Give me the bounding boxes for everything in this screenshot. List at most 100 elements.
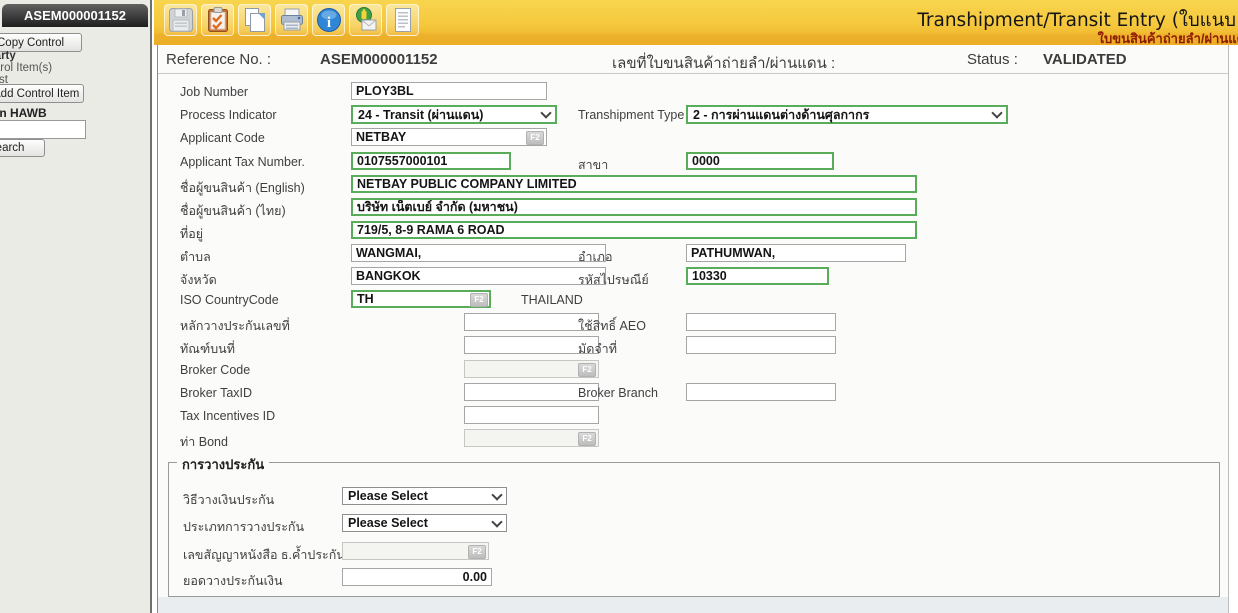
- status-label: Status :: [967, 51, 1018, 68]
- guarantee-method-value: Please Select: [348, 489, 428, 503]
- subdistrict-label: ตำบล: [180, 247, 211, 267]
- tax-incentives-id-label: Tax Incentives ID: [180, 409, 275, 423]
- f2-lookup-badge: F2: [526, 131, 544, 145]
- info-button[interactable]: i: [312, 4, 345, 36]
- chevron-down-icon: [491, 489, 502, 500]
- row-bonded-no: ทัณฑ์บนที่ มัดจำที่: [158, 336, 1228, 357]
- f2-lookup-badge: F2: [578, 363, 596, 377]
- branch-input[interactable]: [686, 152, 834, 170]
- f2-lookup-badge: F2: [468, 545, 486, 559]
- save-icon: [167, 6, 195, 34]
- row-consignor-th: ชื่อผู้ขนสินค้า (ไทย): [158, 198, 1228, 219]
- search-button[interactable]: Search: [0, 139, 45, 157]
- row-broker-code: Broker Code F2: [158, 360, 1228, 381]
- aeo-input[interactable]: [686, 313, 836, 331]
- bond-port-label: ท่า Bond: [180, 432, 228, 452]
- process-indicator-label: Process Indicator: [180, 108, 277, 122]
- subdistrict-input[interactable]: [351, 244, 606, 262]
- chevron-down-icon: [540, 107, 551, 118]
- party-label: Party: [0, 50, 16, 62]
- address-input[interactable]: [351, 221, 917, 239]
- status-badge: VALIDATED: [1043, 51, 1127, 68]
- reference-value: ASEM000001152: [320, 51, 438, 68]
- guarantee-method-label: วิธีวางเงินประกัน: [183, 490, 274, 510]
- guarantee-type-label: ประเภทการวางประกัน: [183, 517, 304, 537]
- copy-button[interactable]: [238, 4, 271, 36]
- job-number-label: Job Number: [180, 85, 248, 99]
- consignor-name-th-label: ชื่อผู้ขนสินค้า (ไทย): [180, 201, 286, 221]
- row-job-number: Job Number: [158, 82, 1228, 103]
- guarantee-amount-input[interactable]: [342, 568, 492, 586]
- row-address: ที่อยู่: [158, 221, 1228, 242]
- postal-code-label: รหัสไปรษณีย์: [578, 270, 649, 290]
- main-panel: Reference No. : ASEM000001152 เลขที่ใบขน…: [157, 45, 1229, 613]
- row-guarantee-amount: ยอดวางประกันเงิน: [169, 568, 1219, 589]
- row-guarantee-method: วิธีวางเงินประกัน Please Select: [169, 487, 1219, 508]
- consignor-name-th-input[interactable]: [351, 198, 917, 216]
- copy-icon: [241, 6, 269, 34]
- bottom-strip: [158, 597, 1228, 613]
- guarantee-type-select[interactable]: Please Select: [342, 514, 507, 532]
- info-icon: i: [315, 6, 343, 34]
- transhipment-type-label: Transhipment Type: [578, 108, 684, 122]
- bonded-no-label: ทัณฑ์บนที่: [180, 339, 235, 359]
- save-button[interactable]: [164, 4, 197, 36]
- send-icon: [352, 6, 380, 34]
- applicant-tax-number-input[interactable]: [351, 152, 511, 170]
- sidebar-title: ASEM000001152: [2, 4, 148, 27]
- district-label: อำเภอ: [578, 247, 613, 267]
- applicant-code-label: Applicant Code: [180, 131, 265, 145]
- page-subtitle: ใบขนสินค้าถ่ายลำ/ผ่านแดน: [1098, 28, 1238, 45]
- broker-branch-label: Broker Branch: [578, 386, 658, 400]
- row-broker-taxid: Broker TaxID Broker Branch: [158, 383, 1228, 404]
- process-indicator-value: 24 - Transit (ผ่านแดน): [358, 105, 483, 125]
- province-input[interactable]: [351, 267, 606, 285]
- transit-doc-number-label: เลขที่ใบขนสินค้าถ่ายลำ/ผ่านแดน :: [612, 51, 835, 75]
- consignor-name-en-input[interactable]: [351, 175, 917, 193]
- guarantee-amount-label: ยอดวางประกันเงิน: [183, 571, 283, 591]
- broker-taxid-label: Broker TaxID: [180, 386, 252, 400]
- guarantee-method-select[interactable]: Please Select: [342, 487, 507, 505]
- validate-button[interactable]: [201, 4, 234, 36]
- sidebar: ASEM000001152 Copy Control Party Control…: [0, 0, 152, 613]
- chevron-down-icon: [991, 107, 1002, 118]
- process-indicator-select[interactable]: 24 - Transit (ผ่านแดน): [351, 105, 557, 124]
- row-process-indicator: Process Indicator 24 - Transit (ผ่านแดน)…: [158, 105, 1228, 126]
- deposit-no-input[interactable]: [686, 336, 836, 354]
- row-applicant-code: Applicant Code F2: [158, 128, 1228, 149]
- document-icon: [389, 6, 417, 34]
- document-button[interactable]: [386, 4, 419, 36]
- f2-lookup-badge: F2: [470, 293, 488, 307]
- guarantee-type-value: Please Select: [348, 516, 428, 530]
- print-button[interactable]: [275, 4, 308, 36]
- reference-label: Reference No. :: [166, 51, 271, 68]
- add-control-item-button[interactable]: Add Control Item: [0, 84, 84, 103]
- applicant-tax-number-label: Applicant Tax Number.: [180, 155, 305, 169]
- row-guarantee-type: ประเภทการวางประกัน Please Select: [169, 514, 1219, 535]
- control-items-link[interactable]: Control Item(s): [0, 62, 52, 74]
- applicant-code-input[interactable]: [351, 128, 547, 146]
- district-input[interactable]: [686, 244, 906, 262]
- job-number-input[interactable]: [351, 82, 547, 100]
- toolbar-buttons: i: [164, 4, 419, 36]
- f2-lookup-badge: F2: [578, 432, 596, 446]
- row-bank-guarantee-no: เลขสัญญาหนังสือ ธ.ค้ำประกัน F2: [169, 542, 1219, 563]
- postal-code-input[interactable]: [686, 267, 829, 285]
- bank-guarantee-no-input[interactable]: [342, 542, 489, 560]
- hawb-input[interactable]: [0, 120, 86, 139]
- transhipment-type-select[interactable]: 2 - การผ่านแดนต่างด้านศุลกากร: [686, 105, 1008, 124]
- print-icon: [278, 6, 306, 34]
- broker-branch-input[interactable]: [686, 383, 836, 401]
- row-consignor-en: ชื่อผู้ขนสินค้า (English): [158, 175, 1228, 196]
- guarantee-section: การวางประกัน วิธีวางเงินประกัน Please Se…: [168, 462, 1220, 597]
- reference-row: Reference No. : ASEM000001152 เลขที่ใบขน…: [158, 45, 1228, 74]
- branch-label: สาขา: [578, 155, 608, 175]
- send-button[interactable]: [349, 4, 382, 36]
- hawb-label: Scan HAWB: [0, 106, 47, 120]
- address-label: ที่อยู่: [180, 224, 203, 244]
- country-name-text: THAILAND: [521, 293, 583, 307]
- svg-text:i: i: [326, 15, 330, 31]
- row-province: จังหวัด รหัสไปรษณีย์: [158, 267, 1228, 288]
- tax-incentives-id-input[interactable]: [464, 406, 599, 424]
- deposit-no-label: มัดจำที่: [578, 339, 617, 359]
